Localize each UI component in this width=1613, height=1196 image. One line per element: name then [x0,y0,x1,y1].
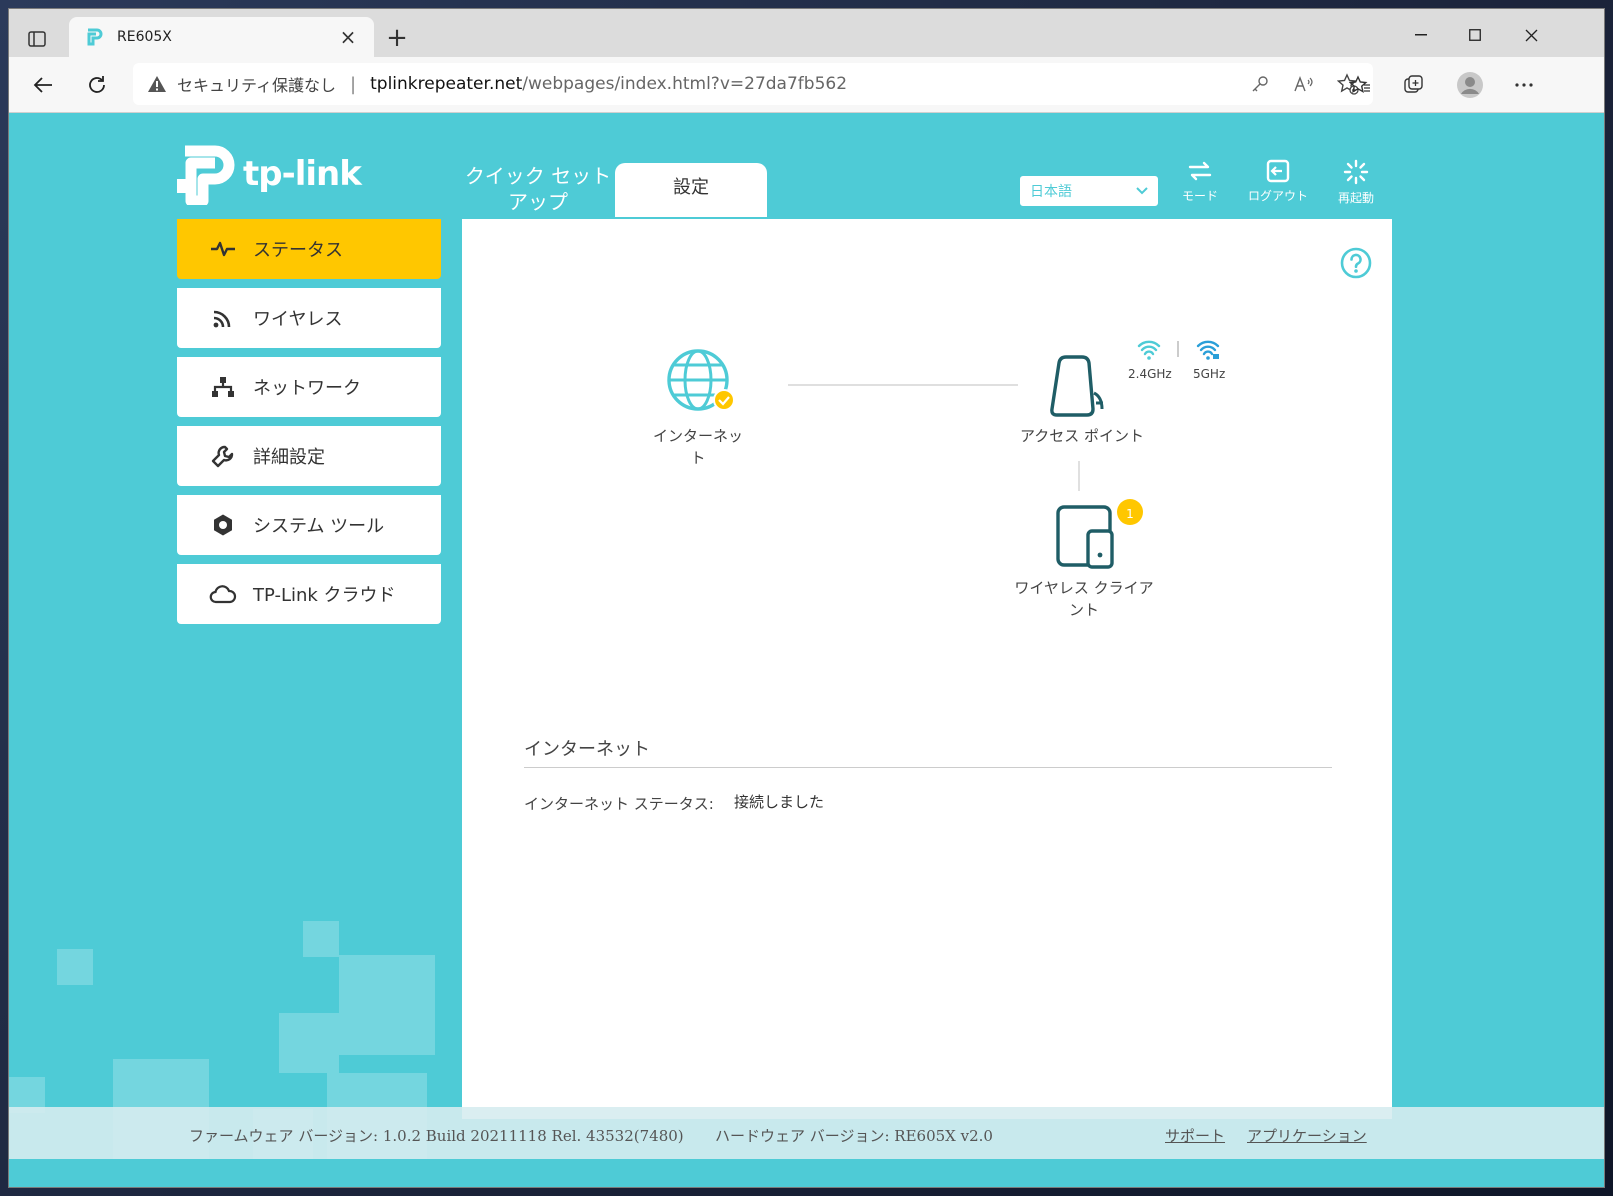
sidebar-item-label: ステータス [253,240,343,261]
logout-button[interactable]: ログアウト [1243,159,1313,204]
firmware-version: ファームウェア バージョン: 1.0.2 Build 20211118 Rel.… [189,1127,684,1145]
new-tab-button[interactable]: + [381,23,413,55]
logout-icon [1266,159,1290,183]
internet-status-value: 接続しました [734,793,825,811]
logo-text: tp-link [243,154,362,194]
profile-avatar-icon[interactable] [1452,67,1488,103]
mode-button[interactable]: モード [1165,159,1235,204]
section-divider [524,767,1332,768]
sidebar-item-label: ワイヤレス [253,309,343,330]
sidebar-item-label: ネットワーク [253,378,361,399]
main-content-panel: 2.4GHz 5GHz 1 インターネッ ト アクセス ポイント ワイヤレス ク… [462,219,1392,1119]
tplink-logo-icon [177,145,235,205]
address-bar[interactable]: セキュリティ保護なし | tplinkrepeater.net/webpages… [133,63,1373,105]
support-link[interactable]: サポート [1165,1125,1225,1146]
warning-icon[interactable] [147,73,169,95]
favorites-icon[interactable] [1342,67,1378,103]
connected-check-icon [713,389,735,411]
sidebar-item-label: 詳細設定 [253,447,325,468]
network-icon [209,373,237,401]
sidebar-item-label: TP-Link クラウド [253,585,396,606]
sidebar-item-label: システム ツール [253,516,385,537]
access-point-node-label[interactable]: アクセス ポイント [1002,425,1162,447]
sidebar-item-advanced[interactable]: 詳細設定 [177,426,441,486]
reload-icon[interactable] [79,67,115,103]
language-select[interactable]: 日本語 [1019,175,1159,207]
more-menu-icon[interactable] [1506,67,1542,103]
router-admin-page: tp-link クイック セット アップ 設定 日本語 モード ログアウト 再起… [9,113,1604,1187]
tab-quick-setup[interactable]: クイック セット アップ [462,163,614,217]
address-separator: | [350,73,357,95]
reboot-icon [1343,159,1369,185]
url-host: tplinkrepeater.net [370,74,523,94]
band-24ghz-label: 2.4GHz [1128,367,1172,381]
tab-actions-icon[interactable] [23,25,51,53]
gear-icon [209,511,237,539]
decor-block [303,921,339,957]
cloud-icon [209,580,237,608]
wireless-client-node-label[interactable]: ワイヤレス クライア ント [994,577,1174,621]
tab-title: RE605X [117,29,172,45]
wifi-24ghz-icon [1137,340,1161,360]
chevron-down-icon [1136,187,1148,195]
security-label[interactable]: セキュリティ保護なし [177,72,336,96]
wireless-icon [209,304,237,332]
read-aloud-icon[interactable] [1291,71,1317,97]
decor-block [57,949,93,985]
sidebar-item-tplink-cloud[interactable]: TP-Link クラウド [177,564,441,624]
browser-tab[interactable]: RE605X × [69,17,374,57]
url-path: /webpages/index.html?v=27da7fb562 [522,74,848,94]
close-window-icon[interactable] [1502,17,1560,53]
sidebar-menu: ステータス ワイヤレス ネットワーク 詳細設定 システム ツール TP-Link… [177,219,441,633]
tab-quick-setup-label: クイック セット アップ [464,164,612,214]
wifi-5ghz-icon [1196,340,1220,360]
back-icon[interactable] [25,67,61,103]
band-5ghz-label: 5GHz [1193,367,1226,381]
tab-settings[interactable]: 設定 [615,163,767,217]
decor-block [279,1013,339,1073]
sidebar-item-wireless[interactable]: ワイヤレス [177,288,441,348]
internet-status-label: インターネット ステータス: [524,795,714,813]
sidebar-item-status[interactable]: ステータス [177,219,441,279]
language-value: 日本語 [1030,184,1072,200]
wrench-icon [209,442,237,470]
sidebar-item-system-tools[interactable]: システム ツール [177,495,441,555]
decor-block [339,955,435,1055]
access-point-icon [1050,355,1104,417]
internet-section-title: インターネット [524,739,650,760]
maximize-icon[interactable] [1446,17,1504,53]
internet-node-label[interactable]: インターネッ ト [638,425,758,469]
reboot-button[interactable]: 再起動 [1321,159,1391,206]
wireless-client-icon [1056,505,1114,569]
logout-label: ログアウト [1247,189,1308,203]
browser-toolbar: セキュリティ保護なし | tplinkrepeater.net/webpages… [9,57,1604,113]
hardware-version: ハードウェア バージョン: RE605X v2.0 [715,1127,993,1145]
client-count-value: 1 [1126,507,1134,521]
pulse-icon [209,235,237,263]
network-topology-diagram [667,340,1220,569]
page-footer: ファームウェア バージョン: 1.0.2 Build 20211118 Rel.… [9,1107,1604,1159]
browser-window: RE605X × + セキュリティ保護なし | tplinkrepeater.n… [8,8,1605,1188]
mode-label: モード [1181,189,1218,203]
app-link[interactable]: アプリケーション [1247,1125,1367,1146]
sidebar-item-network[interactable]: ネットワーク [177,357,441,417]
collections-icon[interactable] [1396,67,1432,103]
tab-settings-label: 設定 [673,177,709,198]
key-icon[interactable] [1247,71,1273,97]
tab-close-icon[interactable]: × [336,27,360,47]
reboot-label: 再起動 [1337,191,1374,205]
tplink-favicon-icon [83,26,105,48]
minimize-icon[interactable] [1392,17,1450,53]
tplink-logo: tp-link [177,143,362,205]
tab-strip: RE605X × + [9,9,1604,57]
mode-switch-icon [1188,161,1212,181]
